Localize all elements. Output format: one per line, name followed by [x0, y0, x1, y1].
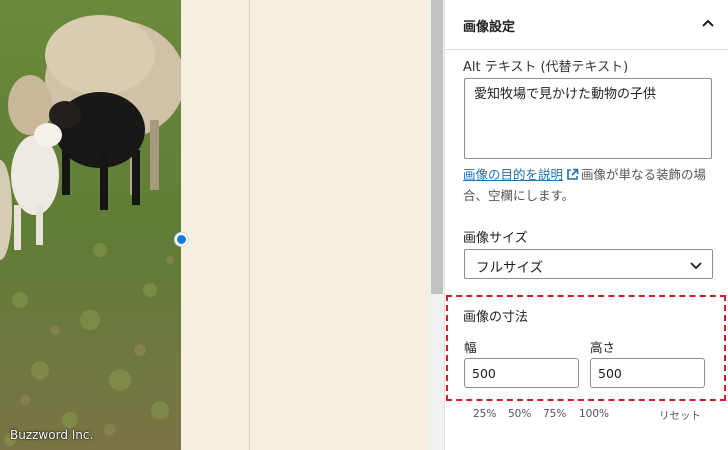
editor-canvas: Buzzword Inc.	[0, 0, 430, 450]
image-dimensions-label: 画像の寸法	[463, 310, 529, 325]
chevron-down-icon	[690, 262, 702, 270]
reset-button[interactable]: リセット	[659, 408, 701, 423]
width-input[interactable]	[464, 358, 579, 388]
preset-100-button[interactable]: 100%	[579, 408, 609, 420]
sheep-photo-illustration	[0, 0, 181, 450]
column-divider	[249, 0, 250, 450]
height-label: 高さ	[590, 340, 616, 355]
image-settings-panel: 画像設定 Alt テキスト (代替テキスト) 愛知牧場で見かけた動物の子供 画像…	[444, 0, 728, 450]
alt-text-input[interactable]: 愛知牧場で見かけた動物の子供	[464, 78, 712, 159]
panel-header[interactable]: 画像設定	[445, 0, 728, 50]
image-size-label: 画像サイズ	[463, 231, 528, 246]
height-input[interactable]	[590, 358, 705, 388]
scrollbar-thumb[interactable]	[431, 0, 443, 294]
image-watermark: Buzzword Inc.	[10, 428, 94, 442]
alt-text-label: Alt テキスト (代替テキスト)	[463, 60, 629, 75]
sheep-image[interactable]: Buzzword Inc.	[0, 0, 181, 450]
preset-25-button[interactable]: 25%	[473, 408, 496, 420]
scrollbar[interactable]	[430, 0, 444, 450]
image-size-select[interactable]: フルサイズ	[464, 249, 713, 279]
width-label: 幅	[464, 340, 477, 355]
external-link-icon	[567, 168, 579, 180]
preset-75-button[interactable]: 75%	[543, 408, 566, 420]
describe-purpose-link[interactable]: 画像の目的を説明	[463, 167, 563, 182]
image-resize-handle[interactable]	[175, 233, 188, 246]
alt-help-text: 画像の目的を説明 画像が単なる装飾の場合、空欄にします。	[463, 164, 728, 206]
image-size-value: フルサイズ	[476, 260, 544, 276]
panel-title: 画像設定	[463, 20, 516, 35]
chevron-up-icon[interactable]	[698, 14, 718, 34]
preset-50-button[interactable]: 50%	[508, 408, 531, 420]
